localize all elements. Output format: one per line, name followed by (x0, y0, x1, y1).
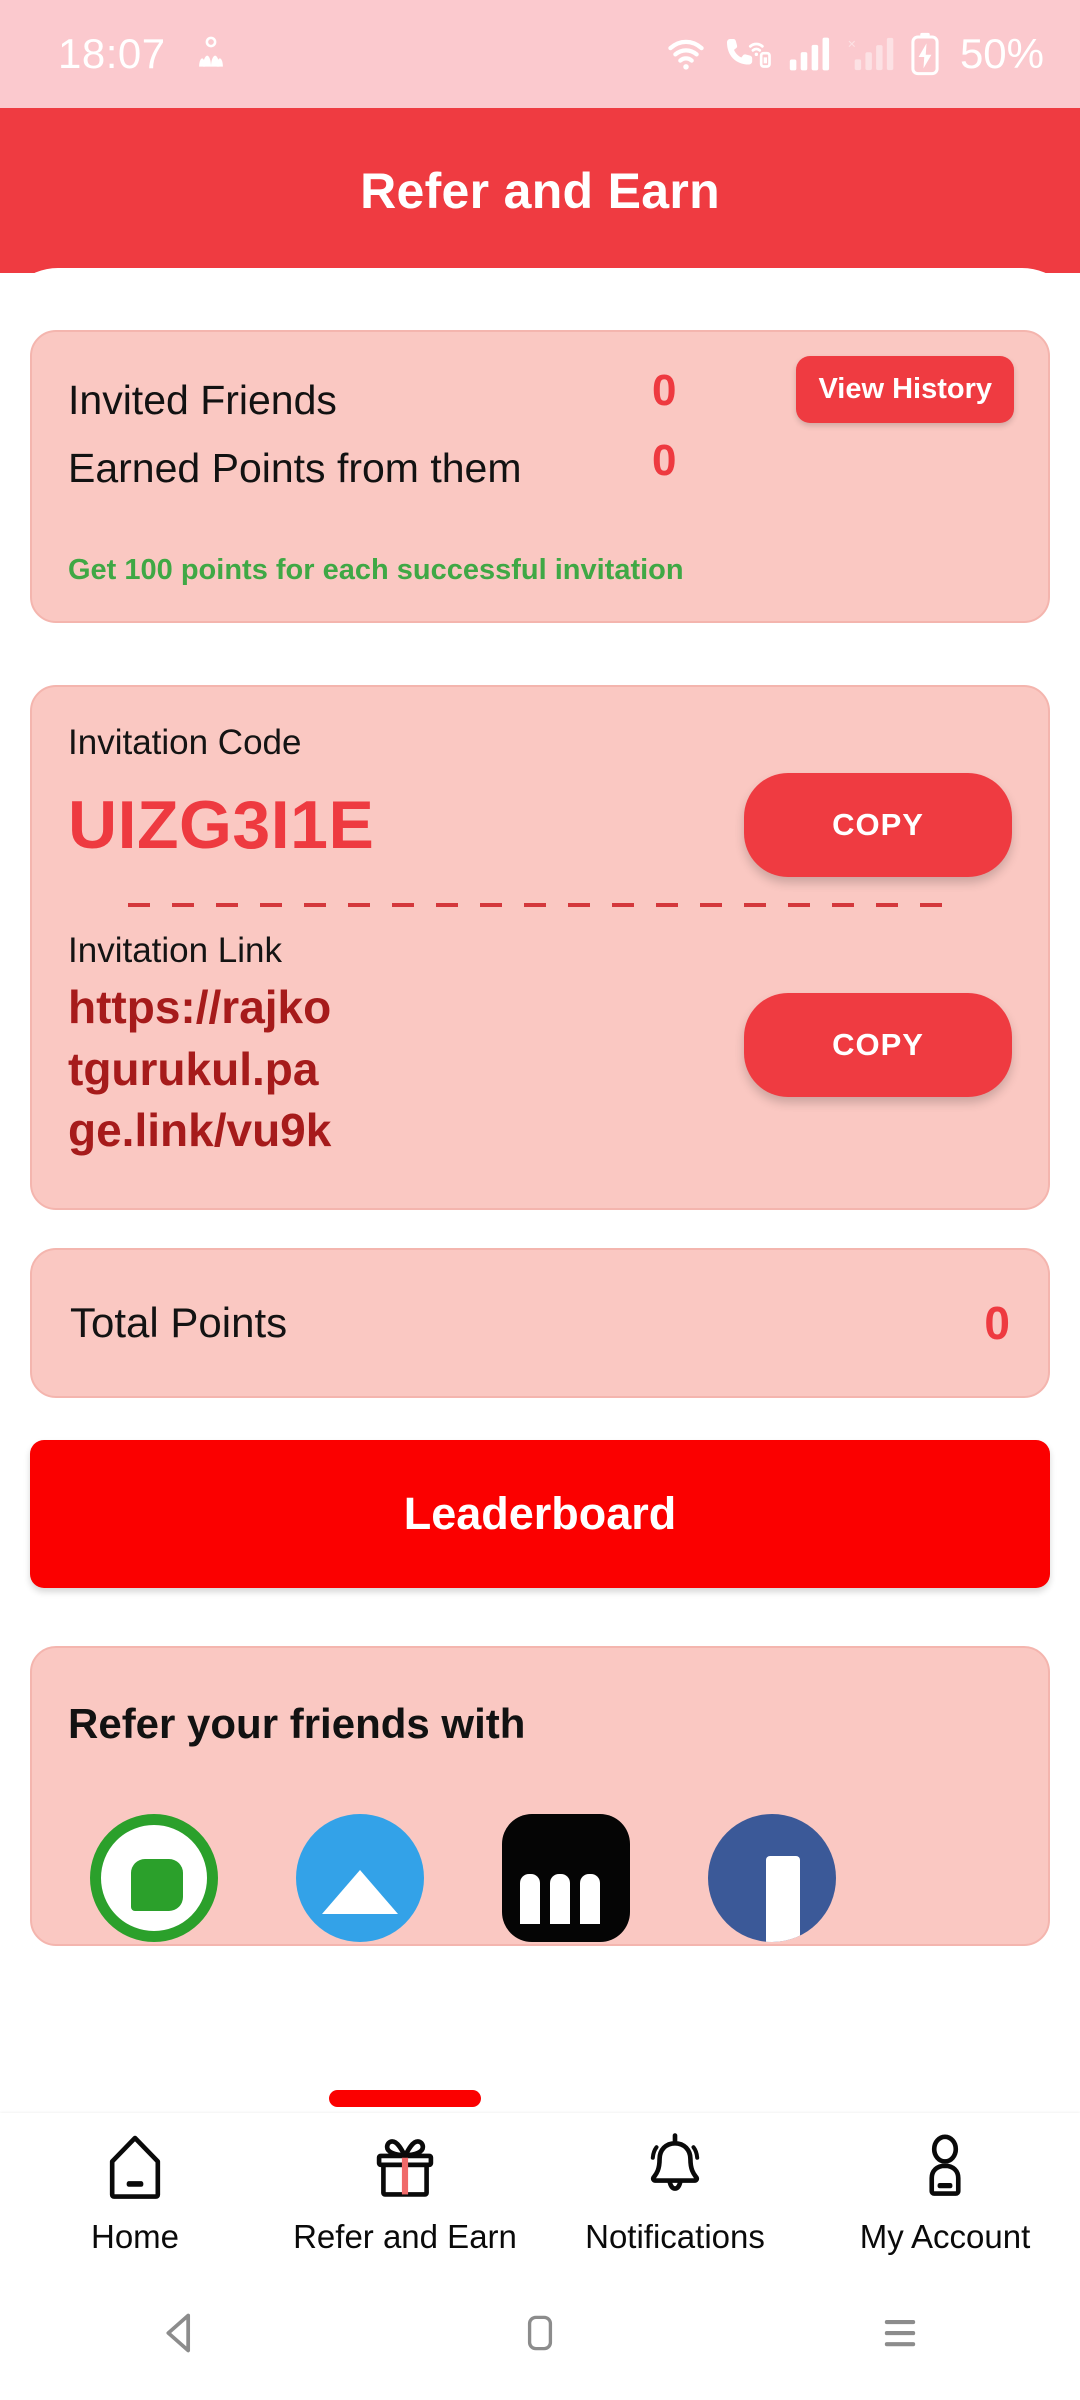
content-sheet: Invited Friends 0 Earned Points from the… (0, 268, 1080, 2113)
invitation-link-label: Invitation Link (68, 931, 283, 970)
app-notification-icon (192, 35, 230, 73)
android-recents-button[interactable] (720, 2307, 1080, 2364)
invitation-link-text-block: Invitation Link https://rajko tgurukul.p… (68, 931, 331, 1168)
invitation-link-line-1: https://rajko (68, 981, 332, 1033)
invited-friends-label: Invited Friends (68, 376, 337, 423)
bell-icon (638, 2128, 712, 2206)
nav-label-refer-and-earn: Refer and Earn (293, 2217, 517, 2255)
signal-bars-icon (786, 34, 830, 74)
facebook-icon[interactable] (708, 1814, 836, 1943)
referral-stats-card: Invited Friends 0 Earned Points from the… (30, 330, 1050, 623)
refer-with-title: Refer your friends with (68, 1700, 526, 1748)
phone-screen: 18:07 × 50% Refer and Earn Invited Frien… (0, 0, 1080, 2400)
invitation-link-value[interactable]: https://rajko tgurukul.pa ge.link/vu9k (68, 981, 332, 1157)
back-icon (152, 2305, 208, 2366)
status-bar: 18:07 × 50% (0, 0, 1080, 108)
telegram-icon[interactable] (296, 1814, 424, 1943)
svg-text:×: × (848, 37, 856, 53)
copy-link-button[interactable]: COPY (744, 993, 1012, 1097)
nav-item-notifications[interactable]: Notifications (540, 2113, 810, 2270)
earned-points-value: 0 (652, 436, 677, 485)
nav-label-home: Home (90, 2217, 180, 2255)
battery-charging-icon (908, 31, 942, 77)
page-title: Refer and Earn (360, 162, 720, 219)
total-points-value: 0 (984, 1297, 1010, 1350)
app-header: Refer and Earn (0, 108, 1080, 273)
refer-with-card: Refer your friends with (30, 1646, 1050, 1947)
nav-label-notifications: Notifications (585, 2217, 765, 2255)
invitation-code-row: UIZG3I1E COPY (68, 773, 1012, 877)
android-back-button[interactable] (0, 2305, 360, 2366)
android-system-nav (0, 2270, 1080, 2400)
leaderboard-button[interactable]: Leaderboard (30, 1440, 1050, 1589)
status-bar-clock: 18:07 (58, 30, 166, 77)
battery-percent-label: 50% (959, 30, 1044, 77)
points-per-invite-note: Get 100 points for each successful invit… (68, 554, 684, 586)
social-share-row (68, 1814, 1012, 1943)
earned-points-row: Earned Points from them 0 (68, 434, 1012, 502)
gift-icon (368, 2128, 442, 2206)
person-icon (908, 2128, 982, 2206)
nav-item-home[interactable]: Home (0, 2113, 270, 2270)
active-tab-indicator (329, 2090, 481, 2107)
signal-disabled-icon: × (844, 34, 894, 74)
vowifi-call-icon (722, 32, 772, 76)
bottom-navigation-bar: Home Refer and Earn Notifications My Acc… (0, 2090, 1080, 2270)
wifi-icon (664, 32, 708, 76)
invitation-code-value[interactable]: UIZG3I1E (68, 786, 374, 864)
invitation-link-line-2: tgurukul.pa (68, 1042, 319, 1095)
recents-menu-icon (874, 2307, 926, 2364)
nav-item-my-account[interactable]: My Account (810, 2113, 1080, 2270)
invitation-link-line-3: ge.link/vu9k (68, 1104, 332, 1157)
invited-friends-value: 0 (652, 366, 677, 415)
total-points-label: Total Points (70, 1299, 288, 1347)
invitation-code-label: Invitation Code (68, 723, 302, 762)
android-home-button[interactable] (360, 2308, 720, 2363)
nav-item-refer-and-earn[interactable]: Refer and Earn (270, 2090, 540, 2270)
nav-label-my-account: My Account (859, 2217, 1031, 2255)
blackbox-share-icon[interactable] (502, 1814, 630, 1943)
invitation-card: Invitation Code UIZG3I1E COPY Invitation… (30, 685, 1050, 1211)
earned-points-label: Earned Points from them (68, 444, 522, 491)
view-history-button[interactable]: View History (796, 356, 1014, 423)
status-bar-left: 18:07 (58, 30, 230, 78)
whatsapp-icon[interactable] (90, 1814, 218, 1943)
total-points-card: Total Points 0 (30, 1248, 1050, 1399)
invitation-link-row: Invitation Link https://rajko tgurukul.p… (68, 931, 1012, 1168)
home-icon (98, 2128, 172, 2206)
copy-code-button[interactable]: COPY (744, 773, 1012, 877)
card-dashed-divider (128, 903, 952, 907)
status-bar-right: × 50% (664, 30, 1044, 78)
home-square-icon (515, 2308, 565, 2363)
